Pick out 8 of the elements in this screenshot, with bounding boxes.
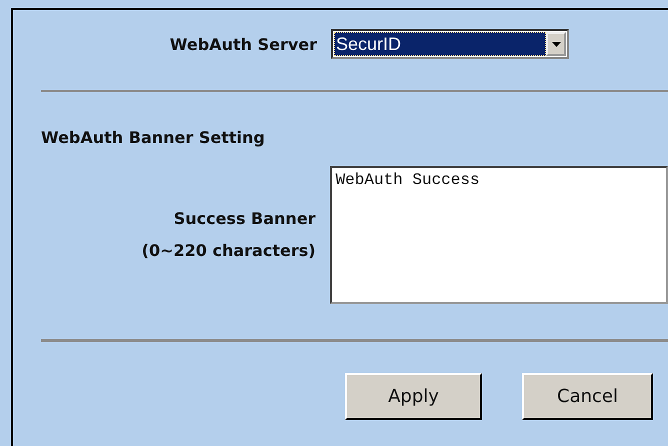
section-title: WebAuth Banner Setting [40, 127, 266, 147]
action-button[interactable]: Cancel [522, 373, 653, 420]
action-button[interactable]: Apply [345, 373, 482, 420]
server-dropdown[interactable]: SecurID [331, 29, 569, 59]
banner-hint: (0~220 characters) [142, 240, 316, 262]
server-label: WebAuth Server [168, 34, 318, 54]
banner-label: Success Banner [174, 208, 316, 230]
banner-textarea[interactable]: WebAuth Success [330, 166, 668, 304]
